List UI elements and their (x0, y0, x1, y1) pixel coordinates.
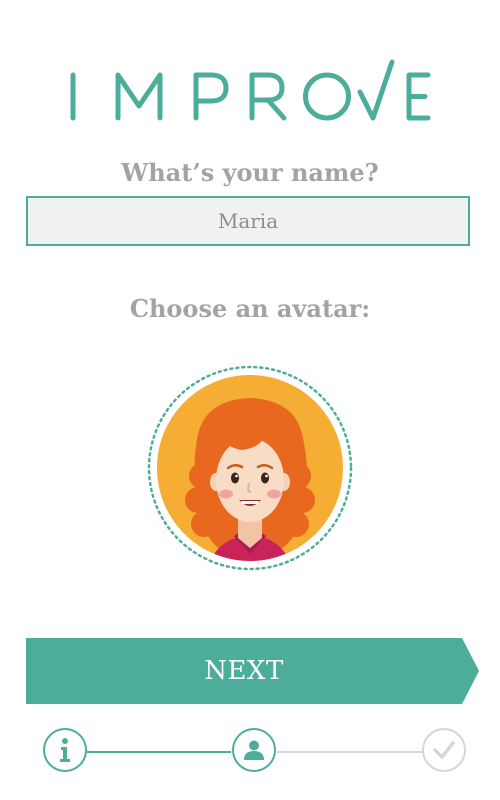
name-input[interactable] (28, 197, 468, 245)
user-icon (244, 740, 264, 760)
next-button-label: NEXT (204, 656, 284, 686)
info-icon (60, 738, 70, 762)
stepper-line-pending (277, 751, 423, 753)
step-info[interactable] (43, 728, 87, 772)
name-field-container (26, 196, 470, 246)
next-button[interactable]: NEXT (26, 638, 479, 704)
step-profile[interactable] (232, 728, 276, 772)
stepper-line-completed (87, 751, 231, 753)
avatar-question-label: Choose an avatar: (129, 294, 371, 323)
checkmark-icon (433, 741, 455, 759)
improve-logo-icon (70, 59, 431, 121)
avatar-selector[interactable] (146, 364, 354, 572)
name-question-label: What’s your name? (121, 158, 379, 187)
girl-avatar-icon (147, 365, 353, 571)
progress-stepper (0, 724, 500, 780)
app-logo (0, 58, 500, 128)
step-complete[interactable] (422, 728, 466, 772)
